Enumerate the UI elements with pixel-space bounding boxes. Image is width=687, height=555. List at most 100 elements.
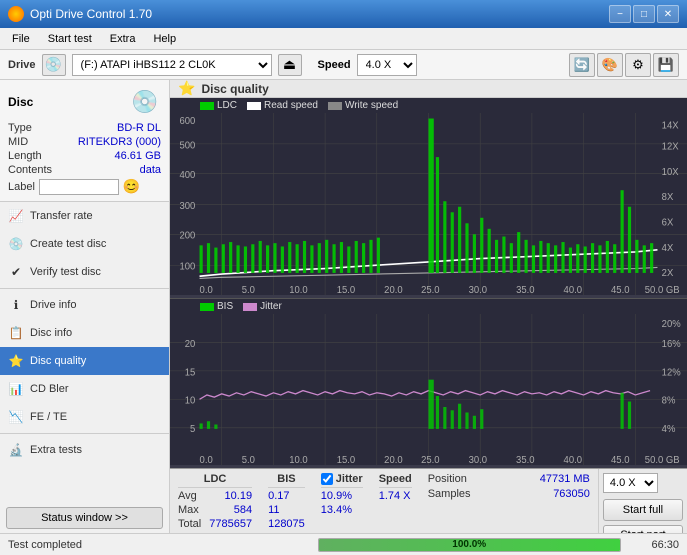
close-button[interactable]: ✕ xyxy=(657,5,679,23)
disc-quality-title: Disc quality xyxy=(201,82,268,96)
svg-text:20%: 20% xyxy=(662,319,681,330)
verify-test-disc-icon: ✔ xyxy=(8,264,24,280)
start-full-button[interactable]: Start full xyxy=(603,499,683,521)
drive-icon-button[interactable]: 💿 xyxy=(42,54,66,76)
disc-quality-header-icon: ⭐ xyxy=(178,80,195,97)
svg-text:600: 600 xyxy=(179,116,195,127)
nav-disc-info-label: Disc info xyxy=(30,327,72,339)
config-button[interactable]: ⚙ xyxy=(625,53,651,77)
ldc-max: 584 xyxy=(234,504,252,516)
nav-create-test-disc-label: Create test disc xyxy=(30,238,106,250)
bis-avg: 0.17 xyxy=(268,490,289,502)
svg-text:10X: 10X xyxy=(662,167,679,178)
svg-text:35.0: 35.0 xyxy=(516,285,535,295)
menu-start-test[interactable]: Start test xyxy=(40,31,100,47)
speed-select[interactable]: 4.0 X xyxy=(357,54,417,76)
transfer-rate-icon: 📈 xyxy=(8,208,24,224)
top-chart: LDC Read speed Write speed xyxy=(170,98,687,298)
svg-text:20.0: 20.0 xyxy=(384,285,403,295)
label-icon-button[interactable]: 😊 xyxy=(123,178,140,195)
speed-select-right[interactable]: 4.0 X xyxy=(603,473,658,493)
window-controls: − □ ✕ xyxy=(609,5,679,23)
svg-text:100: 100 xyxy=(179,261,195,272)
write-speed-legend-label: Write speed xyxy=(345,100,398,111)
jitter-legend: Jitter xyxy=(243,301,282,312)
nav-verify-test-disc-label: Verify test disc xyxy=(30,266,101,278)
nav-fe-te[interactable]: 📉 FE / TE xyxy=(0,403,169,431)
start-part-button[interactable]: Start part xyxy=(603,525,683,534)
menu-file[interactable]: File xyxy=(4,31,38,47)
jitter-avg: 10.9% xyxy=(321,490,352,502)
app-icon xyxy=(8,6,24,22)
bis-stats-col: BIS 0.17 11 128075 xyxy=(268,473,305,533)
nav-cd-bler[interactable]: 📊 CD Bler xyxy=(0,375,169,403)
svg-text:0.0: 0.0 xyxy=(200,455,213,465)
samples-label: Samples xyxy=(428,488,471,500)
create-test-disc-icon: 💿 xyxy=(8,236,24,252)
svg-text:300: 300 xyxy=(179,201,195,212)
nav-drive-info[interactable]: ℹ Drive info xyxy=(0,291,169,319)
minimize-button[interactable]: − xyxy=(609,5,631,23)
save-button[interactable]: 💾 xyxy=(653,53,679,77)
ldc-legend-label: LDC xyxy=(217,100,237,111)
bis-legend-label: BIS xyxy=(217,301,233,312)
nav-disc-quality-label: Disc quality xyxy=(30,355,86,367)
disc-info-panel: Disc 💿 Type BD-R DL MID RITEKDR3 (000) L… xyxy=(0,80,169,202)
charts-container: LDC Read speed Write speed xyxy=(170,98,687,468)
menu-help[interactable]: Help xyxy=(145,31,184,47)
write-speed-legend: Write speed xyxy=(328,100,398,111)
jitter-checkbox[interactable] xyxy=(321,473,333,485)
ldc-avg: 10.19 xyxy=(225,490,253,502)
jitter-legend-color xyxy=(243,303,257,311)
menu-extra[interactable]: Extra xyxy=(102,31,144,47)
menu-bar: File Start test Extra Help xyxy=(0,28,687,50)
action-buttons: 4.0 X Start full Start part xyxy=(598,469,687,533)
svg-text:16%: 16% xyxy=(662,339,681,350)
label-input[interactable] xyxy=(39,179,119,195)
nav-verify-test-disc[interactable]: ✔ Verify test disc xyxy=(0,258,169,286)
nav-transfer-rate[interactable]: 📈 Transfer rate xyxy=(0,202,169,230)
nav-create-test-disc[interactable]: 💿 Create test disc xyxy=(0,230,169,258)
eject-button[interactable]: ⏏ xyxy=(278,54,302,76)
disc-info-icon: 📋 xyxy=(8,325,24,341)
nav-disc-info[interactable]: 📋 Disc info xyxy=(0,319,169,347)
refresh-button[interactable]: 🔄 xyxy=(569,53,595,77)
svg-text:15: 15 xyxy=(185,367,196,378)
drive-info-icon: ℹ xyxy=(8,297,24,313)
svg-text:4X: 4X xyxy=(662,243,674,254)
svg-text:50.0 GB: 50.0 GB xyxy=(645,455,680,465)
svg-text:5.0: 5.0 xyxy=(242,285,256,295)
svg-text:25.0: 25.0 xyxy=(421,285,440,295)
jitter-max: 13.4% xyxy=(321,504,352,516)
bis-max: 11 xyxy=(268,504,279,516)
nav-disc-quality[interactable]: ⭐ Disc quality xyxy=(0,347,169,375)
top-chart-svg: 100 200 300 400 500 600 2X 4X 6X 8X 10X … xyxy=(170,113,687,295)
ldc-header: LDC xyxy=(178,473,252,488)
window-title: Opti Drive Control 1.70 xyxy=(30,7,152,21)
ldc-legend-color xyxy=(200,102,214,110)
drive-select[interactable]: (F:) ATAPI iHBS112 2 CL0K xyxy=(72,54,272,76)
nav-transfer-rate-label: Transfer rate xyxy=(30,210,93,222)
svg-text:6X: 6X xyxy=(662,217,674,228)
svg-text:4%: 4% xyxy=(662,424,676,435)
nav-separator-2 xyxy=(0,433,169,434)
svg-text:0.0: 0.0 xyxy=(200,285,214,295)
speed-val: 1.74 X xyxy=(379,490,411,502)
status-window-button[interactable]: Status window >> xyxy=(6,507,163,529)
svg-text:30.0: 30.0 xyxy=(469,455,487,465)
color-button[interactable]: 🎨 xyxy=(597,53,623,77)
samples-value: 763050 xyxy=(553,488,590,500)
bottom-chart-svg: 5 10 15 20 4% 8% 12% 16% 20% xyxy=(170,314,687,465)
contents-label: Contents xyxy=(8,164,52,176)
svg-text:15.0: 15.0 xyxy=(337,455,355,465)
speed-header: Speed xyxy=(379,473,412,488)
svg-text:40.0: 40.0 xyxy=(564,285,583,295)
position-value: 47731 MB xyxy=(540,473,590,485)
nav-extra-tests[interactable]: 🔬 Extra tests xyxy=(0,436,169,464)
nav-drive-info-label: Drive info xyxy=(30,299,76,311)
extra-tests-icon: 🔬 xyxy=(8,442,24,458)
maximize-button[interactable]: □ xyxy=(633,5,655,23)
status-text: Test completed xyxy=(8,539,310,551)
read-speed-legend-color xyxy=(247,102,261,110)
jitter-header: Jitter xyxy=(336,473,363,485)
